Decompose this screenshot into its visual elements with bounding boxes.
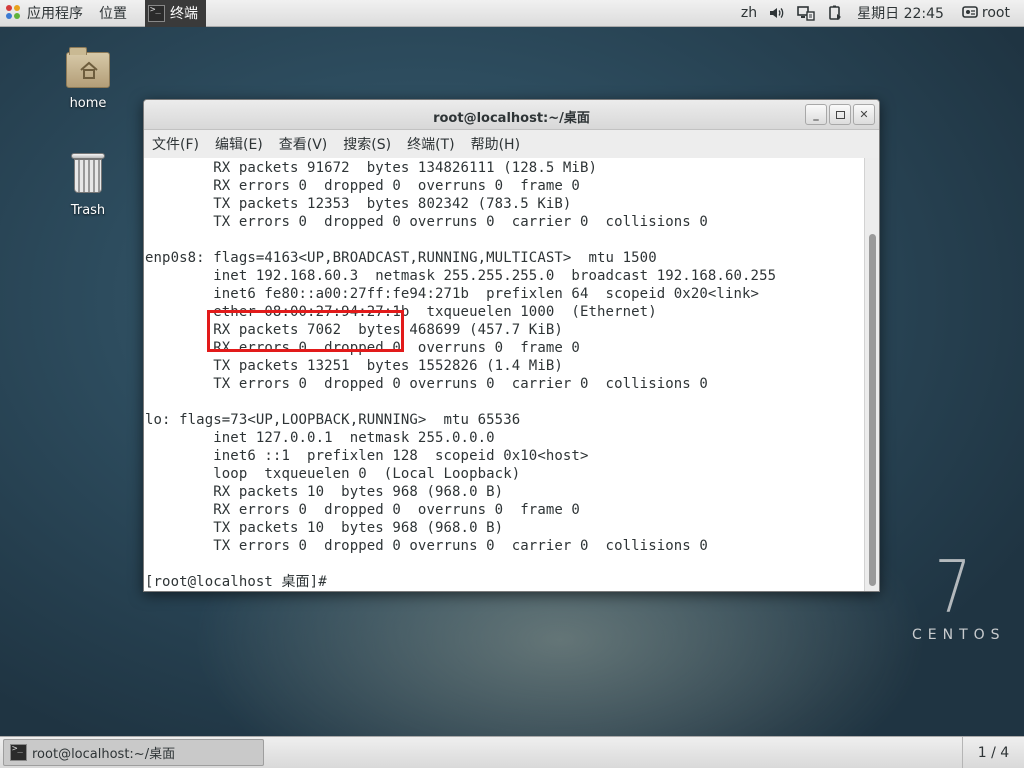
terminal-line: RX packets 10 bytes 968 (968.0 B) bbox=[145, 484, 504, 500]
centos-wordmark: CENTOS bbox=[912, 627, 1006, 643]
minimize-button[interactable]: _ bbox=[805, 104, 827, 125]
home-folder-icon bbox=[66, 47, 110, 88]
terminal-line: RX packets 91672 bytes 134826111 (128.5 … bbox=[145, 160, 598, 176]
applications-label: 应用程序 bbox=[27, 6, 83, 22]
terminal-line: lo: flags=73<UP,LOOPBACK,RUNNING> mtu 65… bbox=[145, 412, 521, 428]
terminal-line: TX packets 13251 bytes 1552826 (1.4 MiB) bbox=[145, 358, 563, 374]
maximize-icon bbox=[835, 110, 845, 119]
applications-menu[interactable]: 应用程序 bbox=[0, 0, 89, 27]
desktop-icon-home[interactable]: home bbox=[48, 47, 128, 111]
terminal-line: inet6 ::1 prefixlen 128 scopeid 0x10<hos… bbox=[145, 448, 589, 464]
terminal-line: TX errors 0 dropped 0 overruns 0 carrier… bbox=[145, 376, 708, 392]
terminal-line: TX errors 0 dropped 0 overruns 0 carrier… bbox=[145, 214, 708, 230]
terminal-line: enp0s8: flags=4163<UP,BROADCAST,RUNNING,… bbox=[145, 250, 657, 266]
terminal-icon: >_ bbox=[10, 744, 27, 761]
terminal-line: loop txqueuelen 0 (Local Loopback) bbox=[145, 466, 521, 482]
terminal-line: TX errors 0 dropped 0 overruns 0 carrier… bbox=[145, 538, 708, 554]
clock[interactable]: 星期日 22:45 bbox=[849, 0, 956, 27]
terminal-window[interactable]: root@localhost:~/桌面 _ ✕ 文件(F) 编辑(E) 查看(V… bbox=[143, 99, 880, 592]
taskbar-window-label: root@localhost:~/桌面 bbox=[32, 747, 176, 762]
input-method-label: zh bbox=[740, 5, 758, 21]
menu-edit[interactable]: 编辑(E) bbox=[215, 134, 263, 154]
terminal-line: inet 192.168.60.3 netmask 255.255.255.0 … bbox=[145, 268, 777, 284]
terminal-text: RX packets 91672 bytes 134826111 (128.5 … bbox=[144, 158, 866, 591]
clock-label: 星期日 22:45 bbox=[857, 6, 944, 22]
close-icon: ✕ bbox=[859, 108, 869, 121]
active-app-terminal[interactable]: >_ 终端 bbox=[145, 0, 206, 27]
power-button[interactable] bbox=[821, 0, 849, 27]
user-menu[interactable]: root bbox=[956, 0, 1024, 27]
workspace-label: 1 / 4 bbox=[977, 745, 1010, 761]
terminal-line: inet6 fe80::a00:27ff:fe94:271b prefixlen… bbox=[145, 286, 760, 302]
terminal-line: TX packets 12353 bytes 802342 (783.5 KiB… bbox=[145, 196, 572, 212]
home-label: home bbox=[69, 96, 107, 111]
taskbar-window-terminal[interactable]: >_ root@localhost:~/桌面 bbox=[3, 739, 264, 766]
centos-version-mark: 7 bbox=[934, 545, 972, 629]
terminal-line: inet 127.0.0.1 netmask 255.0.0.0 bbox=[145, 430, 495, 446]
minimize-icon: _ bbox=[813, 108, 819, 121]
desktop-icon-trash[interactable]: Trash bbox=[48, 153, 128, 218]
battery-icon bbox=[829, 5, 842, 20]
menu-file[interactable]: 文件(F) bbox=[152, 134, 199, 154]
menu-view[interactable]: 查看(V) bbox=[279, 134, 328, 154]
user-label: root bbox=[981, 5, 1010, 21]
menu-search[interactable]: 搜索(S) bbox=[343, 134, 391, 154]
trash-icon bbox=[71, 153, 105, 193]
terminal-line: RX errors 0 dropped 0 overruns 0 frame 0 bbox=[145, 178, 580, 194]
places-label: 位置 bbox=[99, 6, 127, 22]
window-title: root@localhost:~/桌面 bbox=[433, 111, 590, 126]
top-panel: 应用程序 位置 >_ 终端 zh 星期日 22:45 root bbox=[0, 0, 1024, 27]
applications-icon bbox=[6, 5, 22, 21]
network-button[interactable] bbox=[791, 0, 821, 27]
terminal-line: [root@localhost 桌面]# bbox=[145, 574, 336, 590]
window-titlebar[interactable]: root@localhost:~/桌面 _ ✕ bbox=[144, 100, 879, 130]
input-method-indicator[interactable]: zh bbox=[735, 0, 763, 27]
close-button[interactable]: ✕ bbox=[853, 104, 875, 125]
active-app-label: 终端 bbox=[170, 6, 198, 22]
volume-button[interactable] bbox=[763, 0, 791, 27]
terminal-menubar: 文件(F) 编辑(E) 查看(V) 搜索(S) 终端(T) 帮助(H) bbox=[144, 130, 879, 158]
menu-terminal[interactable]: 终端(T) bbox=[407, 134, 454, 154]
places-menu[interactable]: 位置 bbox=[93, 0, 133, 27]
network-icon bbox=[797, 6, 815, 21]
terminal-scrollbar[interactable] bbox=[864, 158, 879, 591]
workspace-switcher[interactable]: 1 / 4 bbox=[962, 737, 1024, 768]
user-icon bbox=[962, 6, 978, 18]
terminal-line: TX packets 10 bytes 968 (968.0 B) bbox=[145, 520, 504, 536]
bottom-panel: >_ root@localhost:~/桌面 1 / 4 bbox=[0, 736, 1024, 768]
terminal-icon: >_ bbox=[148, 4, 165, 22]
trash-label: Trash bbox=[70, 203, 106, 218]
terminal-output[interactable]: RX packets 91672 bytes 134826111 (128.5 … bbox=[144, 158, 866, 591]
volume-icon bbox=[770, 8, 784, 18]
scrollbar-thumb[interactable] bbox=[869, 234, 876, 586]
terminal-line: RX errors 0 dropped 0 overruns 0 frame 0 bbox=[145, 502, 580, 518]
highlight-annotation bbox=[207, 310, 404, 352]
menu-help[interactable]: 帮助(H) bbox=[471, 134, 520, 154]
maximize-button[interactable] bbox=[829, 104, 851, 125]
